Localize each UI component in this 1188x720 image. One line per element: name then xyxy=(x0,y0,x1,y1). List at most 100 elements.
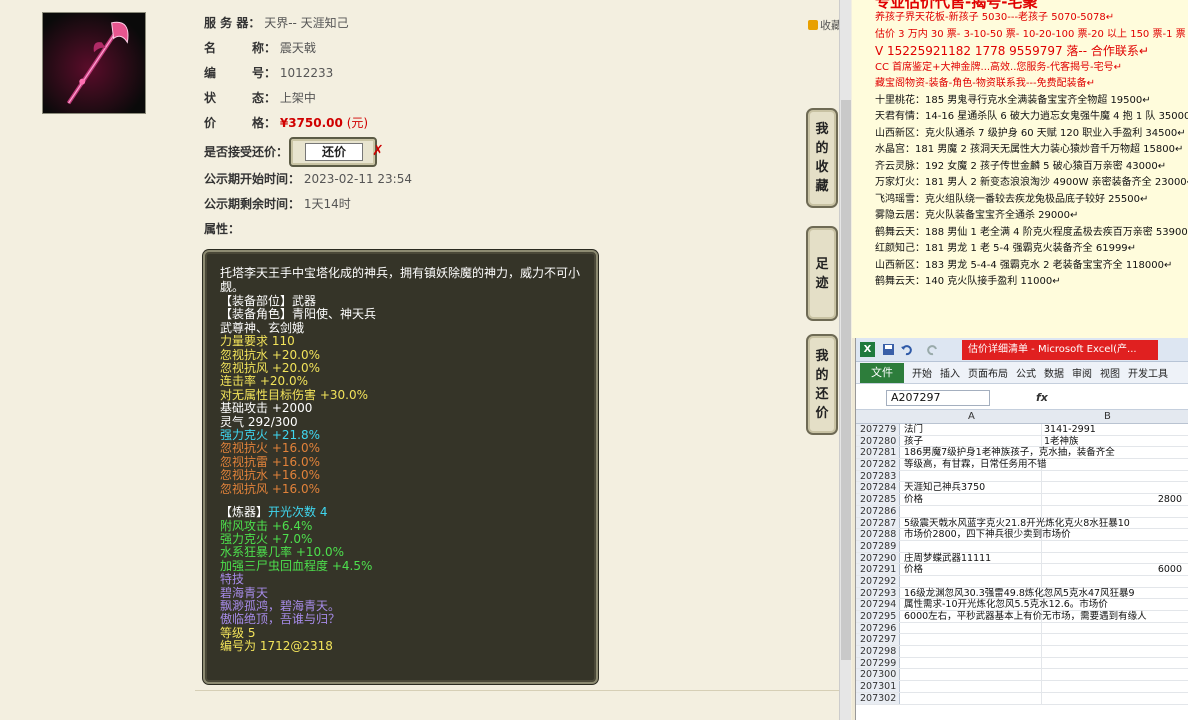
excel-ribbon: 文件 开始 插入 页面布局 公式 数据 审阅 视图 开发工具 xyxy=(856,362,1188,384)
counter-offer-button[interactable]: 还价 xyxy=(289,137,377,167)
sheet-row[interactable]: 207284 天涯知己神兵3750 xyxy=(856,482,1188,495)
sheet-row[interactable]: 207281 186男魔7级护身1老神族孩子，克水抽，装备齐全 xyxy=(856,447,1188,460)
undo-icon[interactable] xyxy=(900,343,913,356)
tab-char: 我 xyxy=(815,348,829,364)
sheet-row[interactable]: 207299 xyxy=(856,657,1188,670)
sheet-row[interactable]: 207287 5级震天戟水风蓝字克火21.8开光炼化克火8水狂暴10 xyxy=(856,517,1188,530)
row-number[interactable]: 207280 xyxy=(856,435,900,447)
ribbon-tab-developer[interactable]: 开发工具 xyxy=(1128,365,1168,380)
sheet-row[interactable]: 207290 庄周梦蝶武器11111 xyxy=(856,552,1188,565)
cell-a[interactable]: 价格 xyxy=(904,564,923,576)
sheet-row[interactable]: 207300 xyxy=(856,669,1188,682)
cell-a[interactable]: 庄周梦蝶武器11111 xyxy=(904,553,991,565)
ribbon-tab-review[interactable]: 审阅 xyxy=(1072,365,1092,380)
attr-line: 忽视抗火 +16.0% xyxy=(220,441,320,456)
save-icon[interactable] xyxy=(882,343,895,356)
ribbon-tab-home[interactable]: 开始 xyxy=(912,365,932,380)
my-counter-offers-tab[interactable]: 我 的 还 价 xyxy=(806,334,838,435)
cell-b-number[interactable]: 2800 xyxy=(1158,494,1182,506)
cell-a[interactable]: 6000左右，平秒武器基本上有价无市场，需要遇到有缘人 xyxy=(904,611,1147,623)
sheet-row[interactable]: 207286 xyxy=(856,505,1188,518)
sheet-row[interactable]: 207294 属性需求-10开光炼化忽风5.5克水12.6。市场价 xyxy=(856,599,1188,611)
sheet-row[interactable]: 207293 16级龙渊忽风30.3强雷49.8炼化忽风5克水47风狂暴9 xyxy=(856,587,1188,600)
sheet-grid[interactable]: 207279 法门 3141-2991 207280 孩子 1老神族 207281 186男魔… xyxy=(856,424,1188,705)
add-favorite-link[interactable]: 收藏 xyxy=(808,17,842,33)
row-number[interactable]: 207300 xyxy=(856,669,900,680)
fx-icon[interactable]: fx xyxy=(1036,391,1048,404)
sheet-row[interactable]: 207280 孩子 1老神族 xyxy=(856,435,1188,448)
row-number[interactable]: 207279 xyxy=(856,424,900,435)
ribbon-tab-insert[interactable]: 插入 xyxy=(940,365,960,380)
row-number[interactable]: 207295 xyxy=(856,611,900,622)
row-number[interactable]: 207302 xyxy=(856,692,900,704)
ribbon-tab-page-layout[interactable]: 页面布局 xyxy=(968,365,1008,380)
sheet-row[interactable]: 207289 xyxy=(856,540,1188,553)
my-favorites-tab[interactable]: 我 的 收 藏 xyxy=(806,108,838,208)
row-number[interactable]: 207285 xyxy=(856,494,900,505)
price-row: 价 格： ¥3750.00 (元) xyxy=(204,115,368,131)
cell-a[interactable]: 16级龙渊忽风30.3强雷49.8炼化忽风5克水47风狂暴9 xyxy=(904,588,1135,600)
row-number[interactable]: 207301 xyxy=(856,681,900,692)
notes-line: 藏宝阁物资-装备-角色-物资联系我---免费配装备↵ xyxy=(875,78,1096,89)
cell-a[interactable]: 市场价2800，四下神兵很少卖到市场价 xyxy=(904,529,1071,541)
sheet-row[interactable]: 207295 6000左右，平秒武器基本上有价无市场，需要遇到有缘人 xyxy=(856,611,1188,623)
page-scrollbar[interactable] xyxy=(839,0,851,720)
cell-a[interactable]: 属性需求-10开光炼化忽风5.5克水12.6。市场价 xyxy=(904,599,1108,611)
name-box[interactable]: A207297 xyxy=(886,390,990,406)
file-tab[interactable]: 文件 xyxy=(860,362,904,383)
cell-b[interactable]: 3141-2991 xyxy=(1044,424,1096,436)
cell-b[interactable]: 1老神族 xyxy=(1044,436,1079,448)
row-number[interactable]: 207290 xyxy=(856,552,900,564)
cell-b-number[interactable]: 6000 xyxy=(1158,564,1182,576)
sheet-row[interactable]: 207285 价格 2800 xyxy=(856,494,1188,506)
row-number[interactable]: 207284 xyxy=(856,482,900,493)
cell-a[interactable]: 186男魔7级护身1老神族孩子，克水抽，装备齐全 xyxy=(904,447,1115,459)
row-number[interactable]: 207281 xyxy=(856,447,900,458)
cell-a[interactable]: 法门 xyxy=(904,424,923,436)
ribbon-tab-formulas[interactable]: 公式 xyxy=(1016,365,1036,380)
cell-a[interactable]: 天涯知己神兵3750 xyxy=(904,482,985,494)
sheet-row[interactable]: 207283 xyxy=(856,470,1188,483)
sheet-row[interactable]: 207302 xyxy=(856,692,1188,705)
scrollbar-thumb[interactable] xyxy=(841,100,851,660)
sheet-row[interactable]: 207298 xyxy=(856,646,1188,658)
row-number[interactable]: 207292 xyxy=(856,575,900,587)
notes-line: CC 首席鉴定+大神金牌...高效..您服务-代客揭号-宅号↵ xyxy=(875,61,1123,73)
sheet-row[interactable]: 207288 市场价2800，四下神兵很少卖到市场价 xyxy=(856,529,1188,541)
row-number[interactable]: 207286 xyxy=(856,505,900,517)
row-number[interactable]: 207283 xyxy=(856,470,900,482)
column-header-a[interactable]: A xyxy=(968,410,975,424)
ribbon-tab-data[interactable]: 数据 xyxy=(1044,365,1064,380)
sheet-row[interactable]: 207282 等级高，有甘霖，日常任务用不错 xyxy=(856,459,1188,471)
row-number[interactable]: 207291 xyxy=(856,564,900,575)
row-number[interactable]: 207294 xyxy=(856,599,900,610)
cell-a[interactable]: 价格 xyxy=(904,494,923,506)
sheet-row[interactable]: 207296 xyxy=(856,622,1188,635)
notes-line: 山西新区：183 男龙 5-4-4 强霸克水 2 老装备宝宝齐全 118000↵ xyxy=(875,259,1173,271)
excel-window: X 估价详细清单 - Microsoft Excel(产... 文件 开始 插入… xyxy=(855,338,1188,720)
sheet-row[interactable]: 207292 xyxy=(856,575,1188,588)
sheet-row[interactable]: 207297 xyxy=(856,634,1188,647)
row-number[interactable]: 207299 xyxy=(856,657,900,669)
sheet-row[interactable]: 207291 价格 6000 xyxy=(856,564,1188,576)
notes-line: V 15225921182 1778 9559797 落-- 合作联系↵ xyxy=(875,44,1149,58)
item-thumbnail[interactable] xyxy=(42,12,146,114)
row-number[interactable]: 207293 xyxy=(856,587,900,599)
row-number[interactable]: 207296 xyxy=(856,622,900,634)
name-label: 名 xyxy=(204,41,217,55)
sheet-row[interactable]: 207279 法门 3141-2991 xyxy=(856,424,1188,436)
row-number[interactable]: 207288 xyxy=(856,529,900,540)
row-number[interactable]: 207298 xyxy=(856,646,900,657)
row-number[interactable]: 207287 xyxy=(856,517,900,529)
history-tab[interactable]: 足 迹 xyxy=(806,226,838,321)
cell-a[interactable]: 孩子 xyxy=(904,436,923,448)
ribbon-tab-view[interactable]: 视图 xyxy=(1100,365,1120,380)
cell-a[interactable]: 等级高，有甘霖，日常任务用不错 xyxy=(904,459,1047,471)
column-header-b[interactable]: B xyxy=(1104,410,1111,424)
redo-icon[interactable] xyxy=(926,343,939,356)
cell-a[interactable]: 5级震天戟水风蓝字克火21.8开光炼化克火8水狂暴10 xyxy=(904,518,1130,530)
row-number[interactable]: 207289 xyxy=(856,540,900,552)
row-number[interactable]: 207297 xyxy=(856,634,900,645)
row-number[interactable]: 207282 xyxy=(856,459,900,470)
sheet-row[interactable]: 207301 xyxy=(856,681,1188,693)
